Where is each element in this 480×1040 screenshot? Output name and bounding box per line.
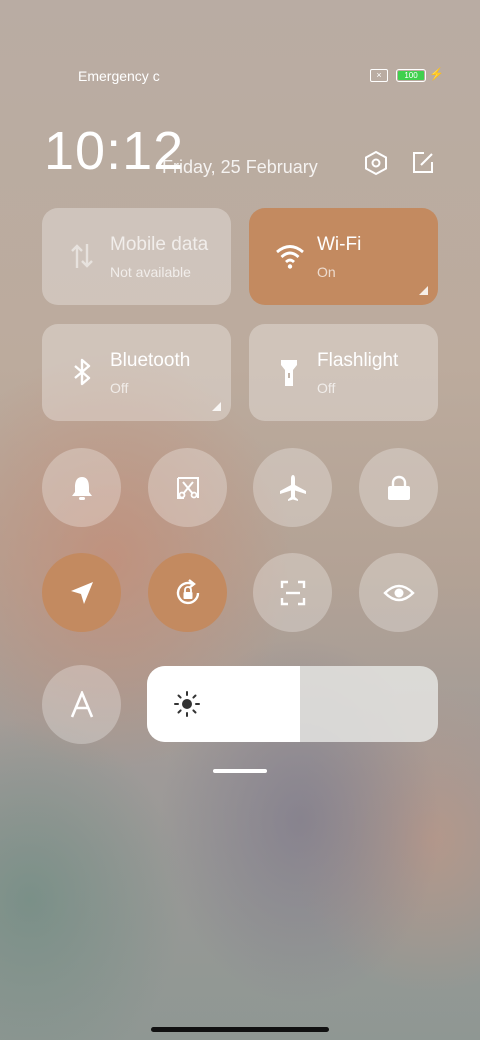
sim-off-icon: × bbox=[370, 69, 388, 82]
home-indicator[interactable] bbox=[151, 1027, 329, 1032]
bluetooth-icon bbox=[68, 356, 96, 388]
tile-status: Off bbox=[110, 380, 129, 396]
toggle-airplane[interactable] bbox=[253, 448, 332, 527]
brightness-fill bbox=[147, 666, 300, 742]
edit-icon[interactable] bbox=[410, 150, 436, 176]
toggle-scanner[interactable] bbox=[253, 553, 332, 632]
tile-status: Not available bbox=[110, 264, 191, 280]
tile-label: Wi-Fi bbox=[317, 234, 362, 255]
expand-corner-icon[interactable] bbox=[419, 286, 428, 295]
toggle-font-size[interactable] bbox=[42, 665, 121, 744]
lock-icon bbox=[387, 475, 410, 500]
toggle-location[interactable] bbox=[42, 553, 121, 632]
airplane-icon bbox=[279, 474, 306, 501]
panel-drag-handle[interactable] bbox=[213, 769, 267, 773]
wifi-icon bbox=[275, 240, 304, 272]
brightness-slider[interactable] bbox=[147, 666, 438, 742]
tile-label: Mobile data bbox=[110, 234, 209, 255]
eye-icon bbox=[382, 584, 415, 601]
carrier-text: Emergency c bbox=[78, 68, 160, 84]
bolt-icon: ⚡ bbox=[429, 67, 444, 81]
expand-corner-icon[interactable] bbox=[212, 402, 221, 411]
location-icon bbox=[70, 581, 93, 604]
tile-flashlight[interactable]: Flashlight Off bbox=[249, 324, 438, 421]
tile-status: On bbox=[317, 264, 336, 280]
tile-label: Bluetooth bbox=[110, 350, 191, 371]
screenshot-icon bbox=[176, 476, 199, 499]
date: Friday, 25 February bbox=[162, 157, 318, 177]
tile-status: Off bbox=[317, 380, 336, 396]
scanner-icon bbox=[280, 580, 305, 605]
tile-bluetooth[interactable]: Bluetooth Off bbox=[42, 324, 231, 421]
mobile-data-icon bbox=[68, 240, 96, 272]
font-size-icon bbox=[70, 690, 93, 717]
toggle-sound[interactable] bbox=[42, 448, 121, 527]
bell-icon bbox=[71, 476, 92, 500]
tile-wifi[interactable]: Wi-Fi On bbox=[249, 208, 438, 305]
toggle-screenshot[interactable] bbox=[148, 448, 227, 527]
status-bar: Emergency c × 100 ⚡ bbox=[0, 66, 480, 88]
battery-level: 100 bbox=[398, 71, 424, 80]
toggle-reading-mode[interactable] bbox=[359, 553, 438, 632]
toggle-lock[interactable] bbox=[359, 448, 438, 527]
tile-mobile-data[interactable]: Mobile data Not available bbox=[42, 208, 231, 305]
sun-icon bbox=[174, 691, 200, 717]
battery-icon: 100 bbox=[396, 69, 426, 82]
tile-label: Flashlight bbox=[317, 350, 399, 371]
toggle-rotation-lock[interactable] bbox=[148, 553, 227, 632]
flashlight-icon bbox=[275, 356, 303, 388]
rotation-lock-icon bbox=[176, 578, 199, 604]
settings-hexagon-icon[interactable] bbox=[363, 150, 389, 176]
